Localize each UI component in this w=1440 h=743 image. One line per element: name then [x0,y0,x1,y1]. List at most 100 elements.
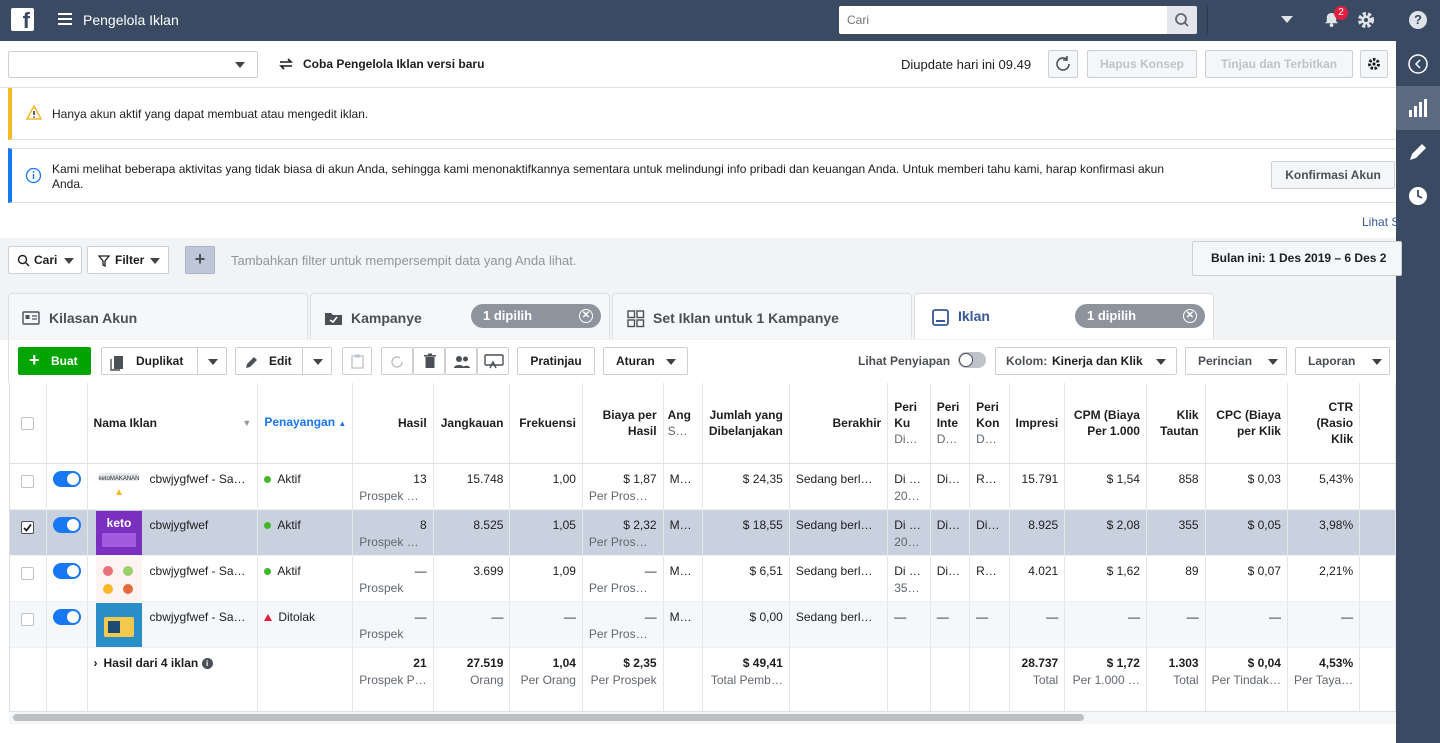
column-header-budget[interactable]: Ang S… [663,383,703,464]
edit-panel-button[interactable] [1396,130,1440,174]
column-header-c2[interactable]: Peri Inte D… [930,383,971,464]
ad-name[interactable]: cbwjygfwef - Sa… [150,472,246,486]
filter-placeholder[interactable]: Tambahkan filter untuk mempersempit data… [231,253,576,268]
row-toggle-cell[interactable] [46,463,88,510]
column-header-ends[interactable]: Berakhir [789,383,889,464]
column-header-reach[interactable]: Jangkauan [433,383,511,464]
column-header-c3[interactable]: Peri Kon D… [969,383,1010,464]
ad-active-toggle[interactable] [52,470,81,487]
ad-thumbnail[interactable]: keto [95,510,142,555]
account-dropdown-icon[interactable] [1281,16,1293,23]
select-all-checkbox[interactable] [21,417,35,431]
menu-icon[interactable] [58,13,72,25]
search-filter-button[interactable]: Cari [8,246,82,274]
tab-campaigns[interactable]: Kampanye 1 dipilih ✕ [310,293,610,339]
rules-button[interactable]: Aturan [603,347,688,375]
table-row[interactable]: cbwjygfwef - Sa… Aktif — Prospek 3.699 1,09 — P… [10,555,1396,602]
confirm-account-button[interactable]: Konfirmasi Akun [1271,161,1395,189]
chevron-down-icon[interactable]: ▼ [242,415,251,431]
create-button[interactable]: + Buat [18,347,91,375]
info-icon[interactable]: i [201,657,213,669]
selected-pill[interactable]: 1 dipilih ✕ [471,304,601,328]
filter-button[interactable]: Filter [87,246,169,274]
account-selector[interactable] [8,51,258,78]
ad-name-cell[interactable]: cbwjygfwef - Sa… [87,601,259,648]
breakdown-dropdown[interactable]: Perincian [1185,347,1287,375]
ad-name[interactable]: cbwjygfwef [150,518,209,532]
ad-thumbnail[interactable]: ketoMAKANAN [95,464,142,509]
selected-pill[interactable]: 1 dipilih ✕ [1075,304,1205,328]
reports-dropdown[interactable]: Laporan [1295,347,1390,375]
search-input[interactable] [839,6,1168,34]
table-row[interactable]: ketoMAKANAN cbwjygfwef - Sa… Aktif 13 Prospe… [10,463,1396,510]
settings-gear-icon[interactable] [1356,10,1376,30]
row-checkbox[interactable] [21,612,35,626]
ad-active-toggle[interactable] [52,608,81,625]
chevron-right-icon[interactable]: › [94,656,98,670]
ad-name[interactable]: cbwjygfwef - Sa… [150,610,246,624]
column-header-amount-spent[interactable]: Jumlah yang Dibelanjakan [702,383,790,464]
tab-ads[interactable]: Iklan 1 dipilih ✕ [914,293,1214,339]
row-select-cell[interactable] [10,463,47,510]
column-header-cost-per-result[interactable]: Biaya per Hasil [582,383,664,464]
revert-button[interactable] [381,347,413,375]
add-filter-button[interactable]: + [185,246,215,274]
column-header-impressions[interactable]: Impresi [1009,383,1066,464]
ad-name[interactable]: cbwjygfwef - Sa… [150,564,246,578]
column-header-frequency[interactable]: Frekuensi [509,383,583,464]
column-header-delivery[interactable]: Penayangan ▲ [257,383,354,464]
help-icon[interactable]: ? [1409,11,1427,29]
date-range-button[interactable]: Bulan ini: 1 Des 2019 – 6 Des 2 [1192,241,1402,276]
tab-account-overview[interactable]: Kilasan Akun [8,293,308,339]
row-toggle-cell[interactable] [46,509,88,556]
table-row[interactable]: keto cbwjygfwef Aktif 8 Prospek … 8.525 1,05 $ … [10,509,1396,556]
audience-button[interactable] [445,347,477,375]
preview-button[interactable]: Pratinjau [517,347,595,375]
duplicate-button[interactable]: Duplikat [101,347,227,375]
row-select-cell[interactable] [10,601,47,648]
row-select-cell[interactable] [10,509,47,556]
ad-active-toggle[interactable] [52,562,81,579]
row-select-cell[interactable] [10,555,47,602]
column-header-more[interactable] [1359,383,1396,464]
row-checkbox[interactable] [21,566,35,580]
try-new-ads-manager-link[interactable]: Coba Pengelola Iklan versi baru [303,57,484,71]
review-publish-button[interactable]: Tinjau dan Terbitkan [1205,50,1353,78]
ad-thumbnail[interactable] [95,602,142,647]
select-all-header[interactable] [10,383,47,464]
history-panel-button[interactable] [1396,174,1440,218]
horizontal-scrollbar[interactable] [13,714,1084,721]
settings-button[interactable] [1360,50,1388,78]
edit-button[interactable]: Edit [235,347,332,375]
switch-version-icon[interactable] [276,54,296,74]
refresh-button[interactable] [1048,50,1078,78]
tab-ad-sets[interactable]: Set Iklan untuk 1 Kampanye [612,293,912,339]
close-icon[interactable]: ✕ [579,309,593,323]
ad-name-cell[interactable]: cbwjygfwef - Sa… [87,555,259,602]
column-header-cpm[interactable]: CPM (Biaya Per 1.000 [1064,383,1147,464]
delete-button[interactable] [413,347,445,375]
discard-drafts-button[interactable]: Hapus Konsep [1087,50,1197,78]
ad-active-toggle[interactable] [52,516,81,533]
charts-panel-button[interactable] [1396,86,1440,130]
row-checkbox[interactable] [21,474,35,488]
column-header-cpc[interactable]: CPC (Biaya per Klik [1205,383,1288,464]
close-icon[interactable]: ✕ [1183,309,1197,323]
table-row[interactable]: cbwjygfwef - Sa… Ditolak — Prospek — — — Per Pr… [10,601,1396,648]
column-header-results[interactable]: Hasil [352,383,434,464]
paste-button[interactable] [342,347,372,375]
column-header-ctr[interactable]: CTR (Rasio Klik [1287,383,1361,464]
columns-dropdown[interactable]: Kolom: Kinerja dan Klik [995,347,1177,375]
ad-name-cell[interactable]: ketoMAKANAN cbwjygfwef - Sa… [87,463,259,510]
totals-label-cell[interactable]: › Hasil dari 4 iklan i [87,647,259,712]
row-toggle-cell[interactable] [46,555,88,602]
row-toggle-cell[interactable] [46,601,88,648]
column-header-name[interactable]: Nama Iklan ▼ [87,383,259,464]
view-setup-toggle[interactable] [958,352,986,368]
column-header-c1[interactable]: Peri Ku Di… [887,383,931,464]
facebook-logo-icon[interactable]: f [11,8,34,31]
collapse-panel-button[interactable] [1396,42,1440,86]
column-header-link-clicks[interactable]: Klik Tautan [1146,383,1206,464]
ab-test-button[interactable] [477,347,509,375]
ad-thumbnail[interactable] [95,556,142,601]
